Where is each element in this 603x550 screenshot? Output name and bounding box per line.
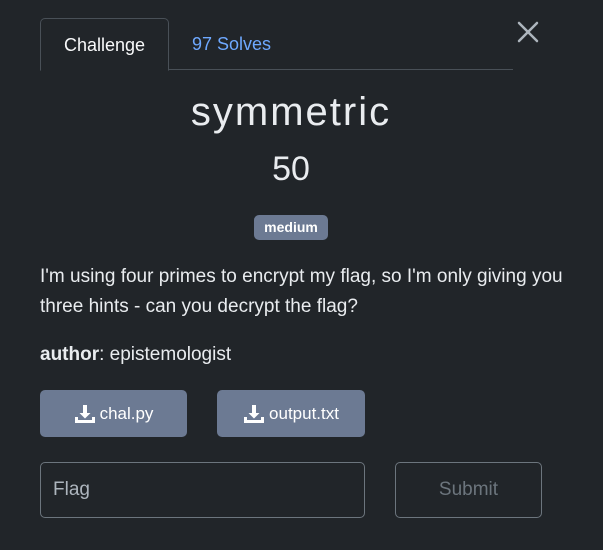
tab-bar: Challenge 97 Solves (40, 18, 513, 71)
challenge-description: I'm using four primes to encrypt my flag… (40, 266, 563, 317)
close-icon (517, 21, 539, 43)
file-label: chal.py (99, 403, 154, 423)
author-name: epistemologist (109, 344, 232, 365)
tab-solves[interactable]: 97 Solves (169, 18, 294, 70)
flag-input[interactable] (40, 462, 365, 518)
download-icon (244, 404, 265, 423)
close-button[interactable] (512, 17, 544, 49)
tag-container: medium (40, 215, 542, 240)
file-download-chal-py[interactable]: chal.py (40, 390, 187, 437)
challenge-modal: Challenge 97 Solves symmetric 50 medium … (0, 0, 603, 550)
file-label: output.txt (269, 403, 339, 423)
author-label: author (40, 344, 100, 365)
file-download-output-txt[interactable]: output.txt (217, 390, 365, 437)
challenge-points: 50 (272, 150, 310, 188)
difficulty-badge: medium (254, 215, 328, 240)
author-line: author: epistemologist (40, 340, 231, 370)
download-icon (74, 404, 95, 423)
challenge-title: symmetric (190, 90, 392, 134)
submit-button[interactable]: Submit (395, 462, 542, 518)
tab-challenge[interactable]: Challenge (40, 18, 169, 71)
author-separator: : (99, 344, 110, 365)
